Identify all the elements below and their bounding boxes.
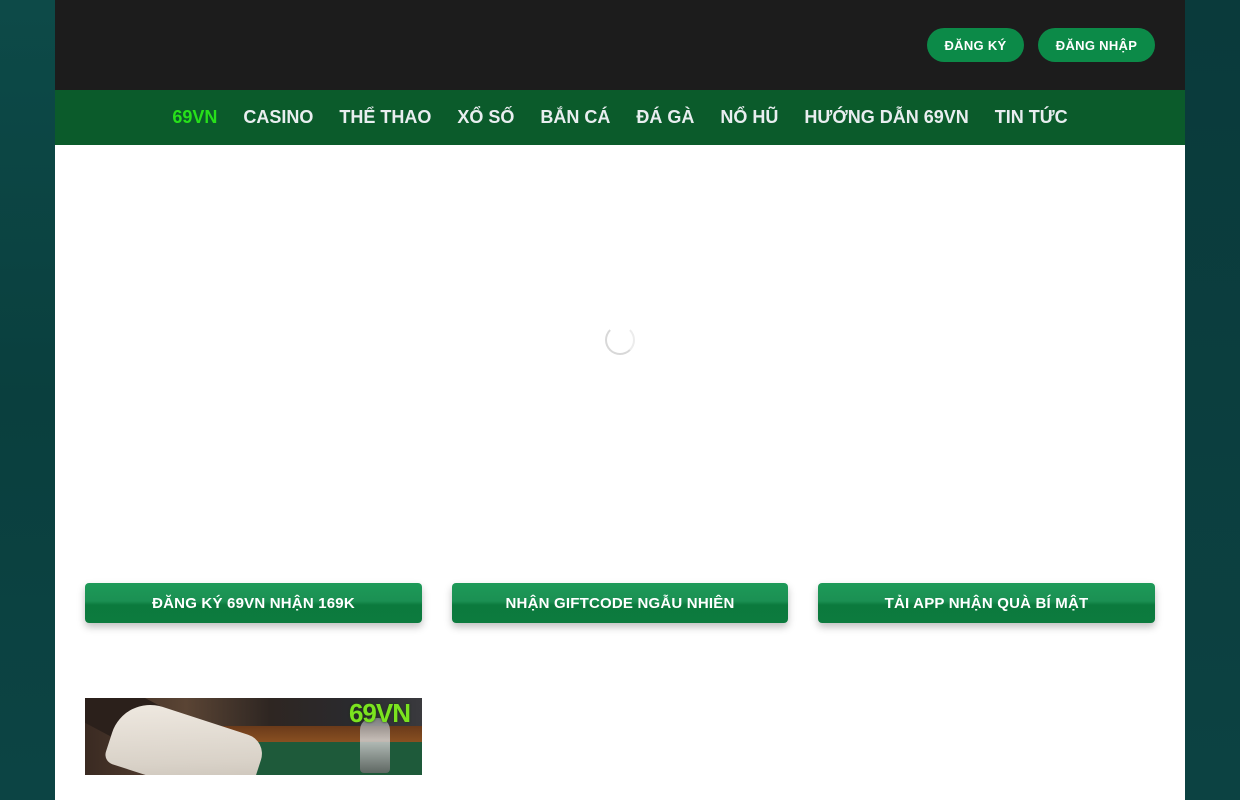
- nav-item-the-thao[interactable]: THỂ THAO: [339, 107, 431, 128]
- page-background-left: [0, 0, 55, 800]
- nav-item-tin-tuc[interactable]: TIN TỨC: [995, 107, 1068, 128]
- nav-item-69vn[interactable]: 69VN: [172, 107, 217, 128]
- giftcode-button[interactable]: NHẬN GIFTCODE NGẪU NHIÊN: [452, 583, 788, 623]
- nav-item-casino[interactable]: CASINO: [243, 107, 313, 128]
- nav-item-xo-so[interactable]: XỔ SỐ: [457, 107, 514, 128]
- article-thumbnail[interactable]: 69VN: [85, 698, 422, 775]
- page-background-right: [1185, 0, 1240, 800]
- nav-item-da-ga[interactable]: ĐÁ GÀ: [636, 107, 694, 128]
- main-navigation: 69VN CASINO THỂ THAO XỔ SỐ BẮN CÁ ĐÁ GÀ …: [55, 90, 1185, 145]
- login-button[interactable]: ĐĂNG NHẬP: [1038, 28, 1155, 62]
- main-content: ĐĂNG KÝ 69VN NHẬN 169K NHẬN GIFTCODE NGẪ…: [55, 145, 1185, 800]
- page-container: ĐĂNG KÝ ĐĂNG NHẬP 69VN CASINO THỂ THAO X…: [55, 0, 1185, 800]
- thumbnail-logo: 69VN: [348, 698, 411, 728]
- download-app-button[interactable]: TẢI APP NHẬN QUÀ BÍ MẬT: [818, 583, 1155, 623]
- nav-item-huong-dan[interactable]: HƯỚNG DẪN 69VN: [804, 107, 968, 128]
- register-bonus-button[interactable]: ĐĂNG KÝ 69VN NHẬN 169K: [85, 583, 422, 623]
- top-header: ĐĂNG KÝ ĐĂNG NHẬP: [55, 0, 1185, 90]
- nav-item-no-hu[interactable]: NỔ HŨ: [720, 107, 778, 128]
- nav-item-ban-ca[interactable]: BẮN CÁ: [540, 107, 610, 128]
- register-button[interactable]: ĐĂNG KÝ: [927, 28, 1024, 62]
- loading-spinner-icon: [605, 325, 635, 355]
